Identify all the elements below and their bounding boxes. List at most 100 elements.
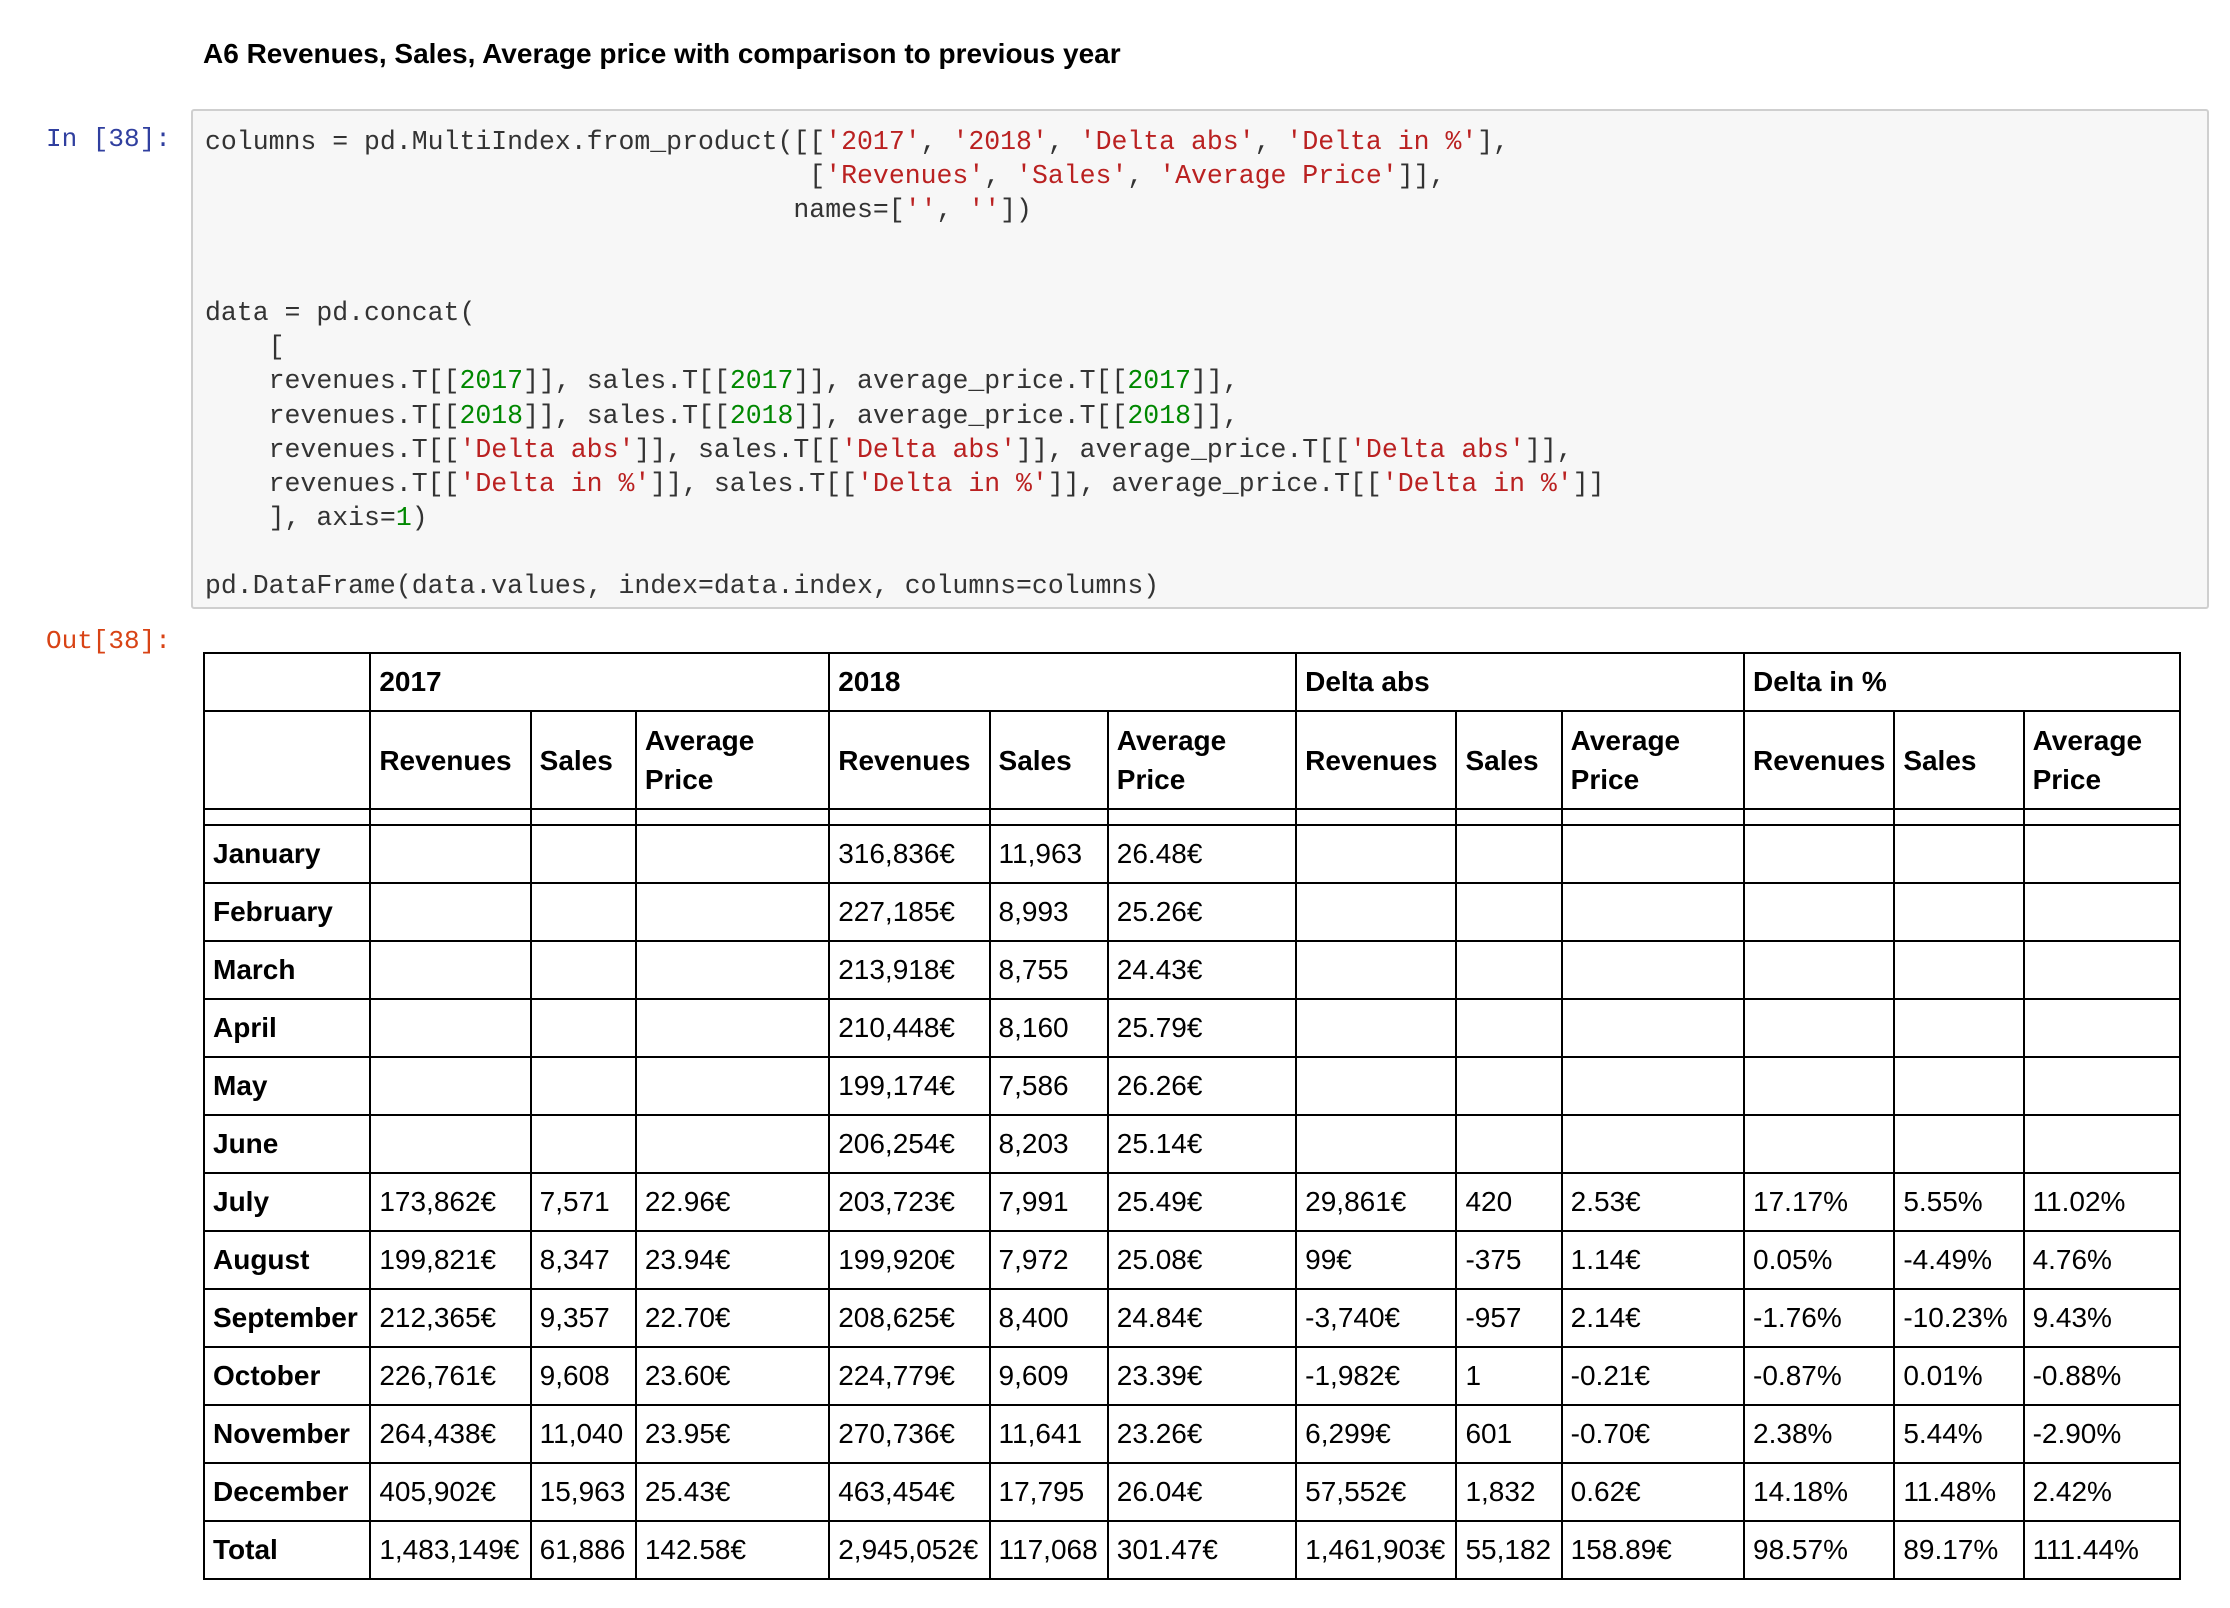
table-cell (2022, 1114, 2182, 1174)
table-cell: 0.62€ (1560, 1462, 1746, 1522)
table-cell: 316,836€ (828, 824, 991, 884)
code-string: 'Delta in %' (857, 468, 1048, 499)
code-string: 'Delta abs' (1079, 127, 1255, 157)
row-label: December (202, 1462, 372, 1522)
table-cell: -375 (1455, 1230, 1563, 1290)
table-cell: 11.48% (1893, 1462, 2025, 1522)
table-cell: -0.70€ (1560, 1404, 1746, 1464)
table-cell (1560, 998, 1746, 1058)
corner-cell (202, 710, 372, 810)
index-name-cell (634, 808, 831, 826)
table-cell: 4.76% (2022, 1230, 2182, 1290)
table-cell (529, 824, 637, 884)
table-cell: 25.14€ (1106, 1114, 1298, 1174)
table-cell (1455, 1056, 1563, 1116)
table-cell: 301.47€ (1106, 1520, 1298, 1580)
table-cell (1893, 1056, 2025, 1116)
table-cell: 11,963 (988, 824, 1109, 884)
table-cell (1560, 882, 1746, 942)
row-label: Total (202, 1520, 372, 1580)
table-cell: 158.89€ (1560, 1520, 1746, 1580)
column-group-header: 2018 (828, 652, 1298, 712)
table-cell (1295, 940, 1458, 1000)
table-cell (1560, 1114, 1746, 1174)
table-cell (529, 998, 637, 1058)
code-line: data = pd.concat( (205, 297, 476, 328)
table-cell: 1,832 (1455, 1462, 1563, 1522)
table-cell: 111.44% (2022, 1520, 2182, 1580)
table-cell: 99€ (1295, 1230, 1458, 1290)
row-label: February (202, 882, 372, 942)
code-line: ], axis=1) (205, 503, 428, 534)
index-name-cell (202, 808, 372, 826)
table-cell (529, 1056, 637, 1116)
table-cell: 23.26€ (1106, 1404, 1298, 1464)
table-cell: 9,357 (529, 1288, 637, 1348)
table-cell: 23.39€ (1106, 1346, 1298, 1406)
code-line: columns = pd.MultiIndex.from_product([['… (205, 127, 1510, 157)
table-cell (1893, 998, 2025, 1058)
table-cell (634, 940, 831, 1000)
table-cell: 22.70€ (634, 1288, 831, 1348)
table-cell: -10.23% (1893, 1288, 2025, 1348)
table-cell: 212,365€ (369, 1288, 532, 1348)
index-name-cell (1560, 808, 1746, 826)
table-cell (1893, 882, 2025, 942)
table-cell: 264,438€ (369, 1404, 532, 1464)
table-cell: 142.58€ (634, 1520, 831, 1580)
table-cell (1743, 882, 1896, 942)
table-cell: -0.87% (1743, 1346, 1896, 1406)
row-label: October (202, 1346, 372, 1406)
row-label: November (202, 1404, 372, 1464)
table-cell: 25.26€ (1106, 882, 1298, 942)
table-cell: 173,862€ (369, 1172, 532, 1232)
table-cell: 206,254€ (828, 1114, 991, 1174)
table-cell (1560, 940, 1746, 1000)
table-cell: -0.88% (2022, 1346, 2182, 1406)
table-cell: 7,571 (529, 1172, 637, 1232)
corner-cell (202, 652, 372, 712)
table-cell: 405,902€ (369, 1462, 532, 1522)
code-string: 'Sales' (1016, 161, 1128, 192)
table-cell (634, 1056, 831, 1116)
table-cell (1455, 998, 1563, 1058)
index-name-cell (1893, 808, 2025, 826)
table-cell: 224,779€ (828, 1346, 991, 1406)
table-cell (369, 882, 532, 942)
index-name-cell (2022, 808, 2182, 826)
table-cell (2022, 940, 2182, 1000)
table-cell (529, 882, 637, 942)
table-cell: 203,723€ (828, 1172, 991, 1232)
code-cell[interactable]: columns = pd.MultiIndex.from_product([['… (191, 109, 2209, 609)
table-cell: 117,068 (988, 1520, 1109, 1580)
table-cell: 1,461,903€ (1295, 1520, 1458, 1580)
table-cell: 8,160 (988, 998, 1109, 1058)
code-string: '2018' (952, 127, 1048, 157)
table-cell (1455, 940, 1563, 1000)
row-label: August (202, 1230, 372, 1290)
table-cell (634, 882, 831, 942)
table-cell: 199,920€ (828, 1230, 991, 1290)
row-label: July (202, 1172, 372, 1232)
table-cell: 22.96€ (634, 1172, 831, 1232)
table-cell: 1,483,149€ (369, 1520, 532, 1580)
table-cell: -3,740€ (1295, 1288, 1458, 1348)
table-cell: 61,886 (529, 1520, 637, 1580)
table-cell: 23.95€ (634, 1404, 831, 1464)
index-name-cell (1743, 808, 1896, 826)
table-row: December 405,902€ 15,963 25.43€ 463,454€ 17,7… (202, 1462, 2182, 1522)
code-string: 'Delta abs' (841, 434, 1017, 465)
table-cell (2022, 998, 2182, 1058)
table-row: September 212,365€ 9,357 22.70€ 208,625€ 8,40… (202, 1288, 2182, 1348)
table-cell (2022, 882, 2182, 942)
table-cell: -1.76% (1743, 1288, 1896, 1348)
code-line: revenues.T[['Delta in %']], sales.T[['De… (205, 468, 1605, 499)
table-cell: 1 (1455, 1346, 1563, 1406)
table-row: November 264,438€ 11,040 23.95€ 270,736€ 11,6… (202, 1404, 2182, 1464)
table-cell: 26.04€ (1106, 1462, 1298, 1522)
table-cell: 23.94€ (634, 1230, 831, 1290)
table-cell: 199,174€ (828, 1056, 991, 1116)
input-prompt: In [38]: (46, 124, 171, 154)
table-cell (2022, 824, 2182, 884)
